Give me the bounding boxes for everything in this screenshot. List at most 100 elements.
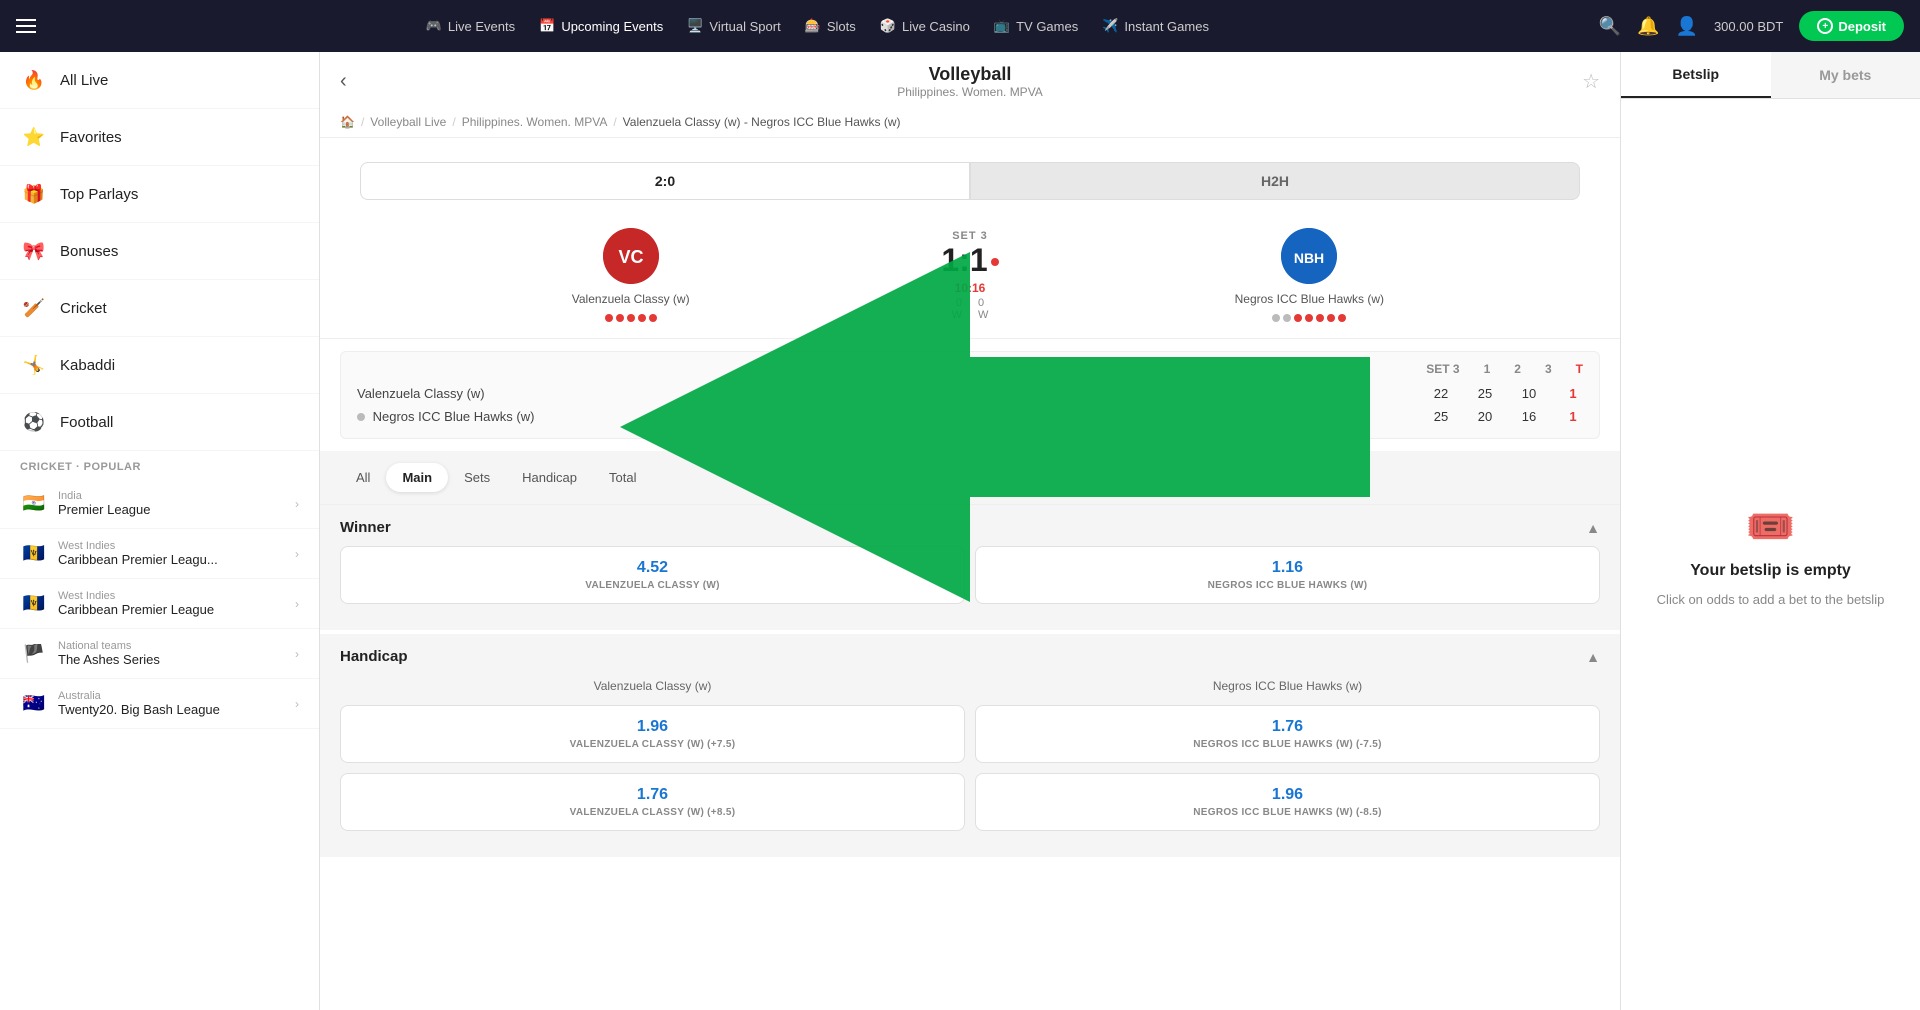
account-icon[interactable]: 👤 <box>1676 16 1698 37</box>
score-center: SET 3 1:1 10:16 0 0 W W <box>921 230 1018 321</box>
sidebar-league-wi-cpl[interactable]: 🇧🇧 West Indies Caribbean Premier League … <box>0 579 319 629</box>
handicap-collapse-icon[interactable]: ▲ <box>1586 649 1600 665</box>
sidebar: 🔥 All Live ⭐ Favorites 🎁 Top Parlays 🎀 B… <box>0 52 320 1010</box>
nav-right: 🔍 🔔 👤 300.00 BDT + Deposit <box>1599 11 1904 41</box>
back-button[interactable]: ‹ <box>340 70 347 93</box>
sidebar-item-kabaddi[interactable]: 🤸 Kabaddi <box>0 337 319 394</box>
team1-block: VC Valenzuela Classy (w) <box>340 228 921 322</box>
handicap-row-1: 1.96 VALENZUELA CLASSY (W) (+7.5) 1.76 N… <box>340 705 1600 763</box>
star-icon: ⭐ <box>20 123 48 151</box>
sidebar-league-wi-cpl-short[interactable]: 🇧🇧 West Indies Caribbean Premier Leagu..… <box>0 529 319 579</box>
sidebar-item-cricket[interactable]: 🏏 Cricket <box>0 280 319 337</box>
score-tabs-wrapper: 2:0 H2H <box>320 138 1620 200</box>
search-icon[interactable]: 🔍 <box>1599 16 1621 37</box>
nav-slots[interactable]: 🎰 Slots <box>805 18 856 34</box>
breadcrumb-home[interactable]: 🏠 <box>340 115 355 129</box>
odds-valenzuela-winner[interactable]: 4.52 VALENZUELA CLASSY (W) <box>340 546 965 604</box>
bet-tabs: All Main Sets Handicap Total <box>320 451 1620 505</box>
odds-neg-h1[interactable]: 1.76 NEGROS ICC BLUE HAWKS (W) (-7.5) <box>975 705 1600 763</box>
sidebar-item-bonuses[interactable]: 🎀 Bonuses <box>0 223 319 280</box>
winner-collapse-icon[interactable]: ▲ <box>1586 520 1600 536</box>
set-row-team2: Negros ICC Blue Hawks (w) 25 20 16 1 <box>357 405 1583 428</box>
sidebar-item-top-parlays[interactable]: 🎁 Top Parlays <box>0 166 319 223</box>
set-details-table: SET 3 1 2 3 T Valenzuela Classy (w) 22 2… <box>340 351 1600 439</box>
india-flag: 🇮🇳 <box>20 494 48 514</box>
page-header: ‹ Volleyball Philippines. Women. MPVA ☆ … <box>320 52 1620 138</box>
score-tabs: 2:0 H2H <box>360 162 1580 200</box>
live-events-icon: 🎮 <box>426 18 442 34</box>
sidebar-item-favorites[interactable]: ⭐ Favorites <box>0 109 319 166</box>
nav-live-casino[interactable]: 🎲 Live Casino <box>880 18 970 34</box>
ww-labels: 0 0 <box>941 297 998 309</box>
sidebar-league-ashes[interactable]: 🏴 National teams The Ashes Series › <box>0 629 319 679</box>
sidebar-league-bbl[interactable]: 🇦🇺 Australia Twenty20. Big Bash League › <box>0 679 319 729</box>
bet-tab-handicap[interactable]: Handicap <box>506 463 593 492</box>
favorite-star-button[interactable]: ☆ <box>1582 69 1600 94</box>
fire-icon: 🔥 <box>20 66 48 94</box>
notification-icon[interactable]: 🔔 <box>1637 16 1659 37</box>
breadcrumb-league[interactable]: Philippines. Women. MPVA <box>462 115 608 129</box>
team2-block: NBH Negros ICC Blue Hawks (w) <box>1019 228 1600 322</box>
nav-instant-games[interactable]: ✈️ Instant Games <box>1102 18 1209 34</box>
odds-neg-h2[interactable]: 1.96 NEGROS ICC BLUE HAWKS (W) (-8.5) <box>975 773 1600 831</box>
ticket-icon: 🎟️ <box>1746 503 1796 550</box>
svg-text:NBH: NBH <box>1294 250 1324 266</box>
westindies-flag-1: 🇧🇧 <box>20 544 48 564</box>
team1-logo: VC <box>603 228 659 284</box>
betslip-tab-mybets[interactable]: My bets <box>1771 52 1920 98</box>
live-casino-icon: 🎲 <box>880 18 896 34</box>
balance-display: 300.00 BDT <box>1714 19 1783 34</box>
football-icon: ⚽ <box>20 408 48 436</box>
odds-val-h2[interactable]: 1.76 VALENZUELA CLASSY (W) (+8.5) <box>340 773 965 831</box>
westindies-flag-2: 🇧🇧 <box>20 594 48 614</box>
bonuses-icon: 🎀 <box>20 237 48 265</box>
team2-dots <box>1272 314 1346 322</box>
sidebar-item-football[interactable]: ⚽ Football <box>0 394 319 451</box>
handicap-section: Handicap ▲ Valenzuela Classy (w) Negros … <box>320 634 1620 857</box>
team2-logo: NBH <box>1281 228 1337 284</box>
nav-items: 🎮 Live Events 📅 Upcoming Events 🖥️ Virtu… <box>64 18 1571 34</box>
slots-icon: 🎰 <box>805 18 821 34</box>
sidebar-item-all-live[interactable]: 🔥 All Live <box>0 52 319 109</box>
nav-live-events[interactable]: 🎮 Live Events <box>426 18 515 34</box>
main-layout: 🔥 All Live ⭐ Favorites 🎁 Top Parlays 🎀 B… <box>0 52 1920 1010</box>
set-row-team1: Valenzuela Classy (w) 22 25 10 1 <box>357 382 1583 405</box>
hamburger-menu[interactable] <box>16 19 36 33</box>
match-score-section: VC Valenzuela Classy (w) <box>320 212 1620 339</box>
score-tab-20[interactable]: 2:0 <box>360 162 970 200</box>
sidebar-section-cricket-popular: CRICKET · POPULAR <box>0 451 319 479</box>
deposit-button[interactable]: + Deposit <box>1799 11 1904 41</box>
bet-tab-all[interactable]: All <box>340 463 386 492</box>
odds-val-h1[interactable]: 1.96 VALENZUELA CLASSY (W) (+7.5) <box>340 705 965 763</box>
match-title: Volleyball Philippines. Women. MPVA <box>897 64 1043 99</box>
bet-tab-total[interactable]: Total <box>593 463 652 492</box>
handicap-team-labels: Valenzuela Classy (w) Negros ICC Blue Ha… <box>340 675 1600 697</box>
kabaddi-icon: 🤸 <box>20 351 48 379</box>
team1-dots <box>605 314 657 322</box>
bet-tab-main[interactable]: Main <box>386 463 448 492</box>
nav-virtual-sport[interactable]: 🖥️ Virtual Sport <box>687 18 780 34</box>
betslip-empty-state: 🎟️ Your betslip is empty Click on odds t… <box>1621 99 1920 1010</box>
upcoming-events-icon: 📅 <box>539 18 555 34</box>
score-tab-h2h[interactable]: H2H <box>970 162 1580 200</box>
parlays-icon: 🎁 <box>20 180 48 208</box>
live-score: 1:1 <box>941 242 998 279</box>
odds-negros-winner[interactable]: 1.16 NEGROS ICC BLUE HAWKS (W) <box>975 546 1600 604</box>
live-indicator <box>991 258 999 266</box>
nav-upcoming-events[interactable]: 📅 Upcoming Events <box>539 18 663 34</box>
nav-tv-games[interactable]: 📺 TV Games <box>994 18 1078 34</box>
sidebar-league-india-premier[interactable]: 🇮🇳 India Premier League › <box>0 479 319 529</box>
chevron-right-icon-2: › <box>295 547 299 561</box>
top-navigation: 🎮 Live Events 📅 Upcoming Events 🖥️ Virtu… <box>0 0 1920 52</box>
bet-tab-sets[interactable]: Sets <box>448 463 506 492</box>
main-scroll: ‹ Volleyball Philippines. Women. MPVA ☆ … <box>320 52 1620 1010</box>
sport-page: ‹ Volleyball Philippines. Women. MPVA ☆ … <box>320 52 1620 1010</box>
page-title-row: ‹ Volleyball Philippines. Women. MPVA ☆ <box>340 64 1600 107</box>
cricket-icon: 🏏 <box>20 294 48 322</box>
australia-flag: 🇦🇺 <box>20 694 48 714</box>
breadcrumb: 🏠 / Volleyball Live / Philippines. Women… <box>340 107 1600 137</box>
breadcrumb-volleyball-live[interactable]: Volleyball Live <box>370 115 446 129</box>
betslip-tab-betslip[interactable]: Betslip <box>1621 52 1771 98</box>
breadcrumb-current-match: Valenzuela Classy (w) - Negros ICC Blue … <box>623 115 901 129</box>
betslip-tabs: Betslip My bets <box>1621 52 1920 99</box>
